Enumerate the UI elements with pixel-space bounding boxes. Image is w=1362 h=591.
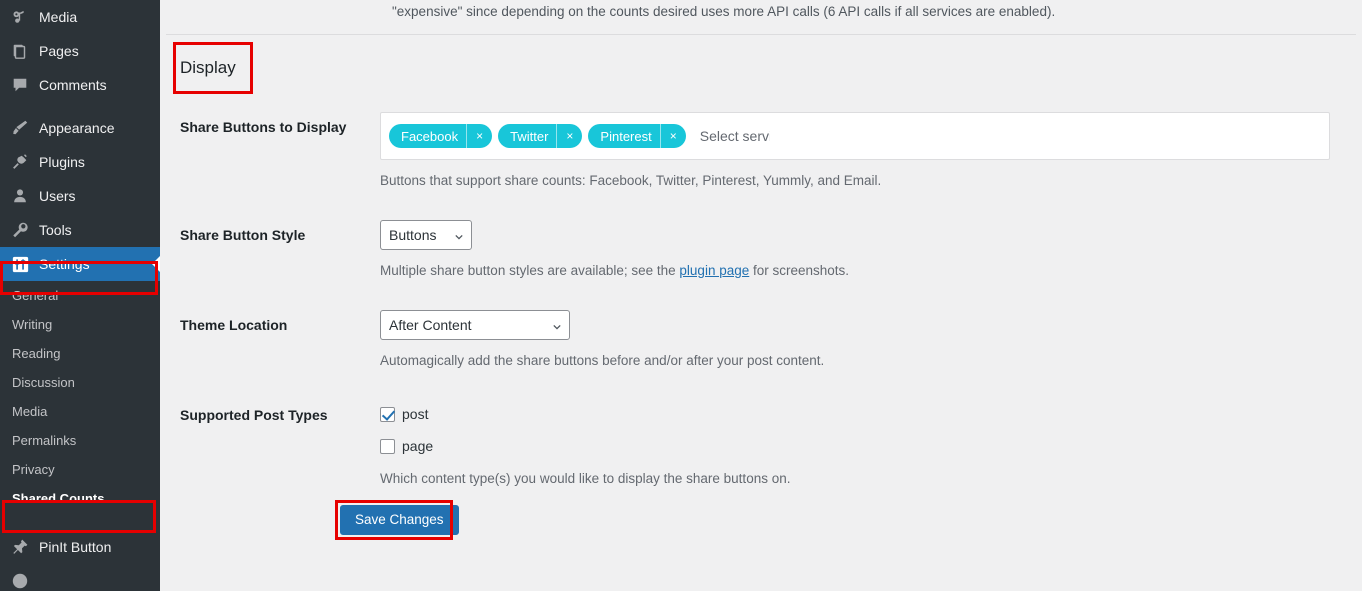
page-title: Display (180, 58, 236, 77)
admin-sidebar: Media Pages Comments Appearance Plugins … (0, 0, 160, 591)
share-button-style-select[interactable]: Buttons (380, 220, 472, 250)
save-changes-button[interactable]: Save Changes (340, 505, 459, 535)
appearance-icon (10, 118, 30, 138)
desc-button-style: Multiple share button styles are availab… (380, 262, 1350, 280)
settings-content: "expensive" since depending on the count… (160, 0, 1362, 591)
desc-theme-location: Automagically add the share buttons befo… (380, 353, 825, 368)
sidebar-item-label: Settings (39, 256, 90, 272)
sidebar-item-appearance[interactable]: Appearance (0, 111, 160, 145)
sidebar-item-tools[interactable]: Tools (0, 213, 160, 247)
checkbox-post[interactable] (380, 406, 395, 422)
token-label: Facebook (401, 128, 459, 144)
row-post-types: Supported Post Types post page Which con… (160, 392, 1362, 488)
desc-share-buttons: Buttons that support share counts: Faceb… (380, 173, 882, 188)
desc-text-before: Multiple share button styles are availab… (380, 263, 680, 278)
sidebar-item-pinit-button[interactable]: PinIt Button (0, 530, 160, 564)
submenu-item-reading[interactable]: Reading (0, 339, 160, 368)
submenu-item-general[interactable]: General (0, 281, 160, 310)
checkbox-label-post: post (402, 406, 429, 422)
submenu-item-shared-counts[interactable]: Shared Counts (0, 484, 160, 513)
chevron-down-icon (553, 324, 561, 330)
desc-text-after: for screenshots. (749, 263, 850, 278)
sidebar-item-label: Pages (39, 43, 79, 59)
intro-paragraph: "expensive" since depending on the count… (392, 4, 1056, 19)
token-label: Pinterest (600, 128, 652, 144)
select-value: After Content (389, 317, 472, 333)
sidebar-item-users[interactable]: Users (0, 179, 160, 213)
label-theme-location: Theme Location (180, 317, 288, 333)
chevron-down-icon (455, 234, 463, 240)
select-value: Buttons (389, 227, 437, 243)
settings-form-table: Share Buttons to Display Facebook × Twit… (160, 104, 1362, 488)
sidebar-item-label: Users (39, 188, 76, 204)
sidebar-item-comments[interactable]: Comments (0, 68, 160, 102)
pages-icon (10, 41, 30, 61)
theme-location-select[interactable]: After Content (380, 310, 570, 340)
submenu-item-permalinks[interactable]: Permalinks (0, 426, 160, 455)
settings-submenu: General Writing Reading Discussion Media… (0, 281, 160, 521)
sidebar-item-partial[interactable] (0, 564, 160, 591)
sidebar-separator (0, 102, 160, 111)
share-buttons-input-placeholder[interactable]: Select services (700, 128, 770, 144)
sidebar-item-plugins[interactable]: Plugins (0, 145, 160, 179)
tools-icon (10, 220, 30, 240)
pin-icon (10, 537, 30, 557)
sidebar-item-settings[interactable]: Settings (0, 247, 160, 281)
remove-token-icon[interactable]: × (466, 124, 492, 148)
save-button-wrapper: Save Changes (335, 500, 459, 540)
checkbox-label-page: page (402, 438, 434, 454)
checkbox-row-page[interactable]: page (380, 438, 1350, 454)
checkbox-page[interactable] (380, 438, 395, 454)
sidebar-item-media[interactable]: Media (0, 0, 160, 34)
users-icon (10, 186, 30, 206)
submenu-item-discussion[interactable]: Discussion (0, 368, 160, 397)
label-post-types: Supported Post Types (180, 407, 328, 423)
row-button-style: Share Button Style Buttons Multiple shar… (160, 212, 1362, 280)
checkbox-row-post[interactable]: post (380, 406, 1350, 422)
remove-token-icon[interactable]: × (659, 124, 686, 148)
sidebar-item-label: Tools (39, 222, 72, 238)
sidebar-separator-2 (0, 521, 160, 530)
submenu-item-writing[interactable]: Writing (0, 310, 160, 339)
sidebar-item-label: PinIt Button (39, 539, 112, 555)
sidebar-item-label: Comments (39, 77, 107, 93)
settings-icon (10, 254, 30, 274)
plugin-page-link[interactable]: plugin page (679, 263, 749, 278)
submenu-item-privacy[interactable]: Privacy (0, 455, 160, 484)
share-buttons-token-field[interactable]: Facebook × Twitter × Pinterest × Select … (380, 112, 1330, 160)
comments-icon (10, 75, 30, 95)
row-theme-location: Theme Location After Content Automagical… (160, 302, 1362, 370)
token-pinterest[interactable]: Pinterest × (588, 124, 686, 148)
sidebar-item-label: Media (39, 9, 78, 25)
sidebar-item-pages[interactable]: Pages (0, 34, 160, 68)
row-share-buttons: Share Buttons to Display Facebook × Twit… (160, 104, 1362, 190)
media-icon (10, 7, 30, 27)
circle-icon (10, 571, 30, 591)
sidebar-item-label: Appearance (39, 120, 115, 136)
sidebar-item-label: Plugins (39, 154, 85, 170)
token-label: Twitter (510, 128, 549, 144)
admin-screen: Media Pages Comments Appearance Plugins … (0, 0, 1362, 591)
chevron-right-icon (152, 256, 160, 272)
token-facebook[interactable]: Facebook × (389, 124, 493, 148)
content-divider (166, 34, 1356, 35)
remove-token-icon[interactable]: × (556, 124, 582, 148)
plugins-icon (10, 152, 30, 172)
submenu-item-media[interactable]: Media (0, 397, 160, 426)
token-twitter[interactable]: Twitter × (498, 124, 583, 148)
desc-post-types: Which content type(s) you would like to … (380, 471, 791, 486)
label-button-style: Share Button Style (180, 227, 306, 243)
label-share-buttons: Share Buttons to Display (180, 119, 347, 135)
